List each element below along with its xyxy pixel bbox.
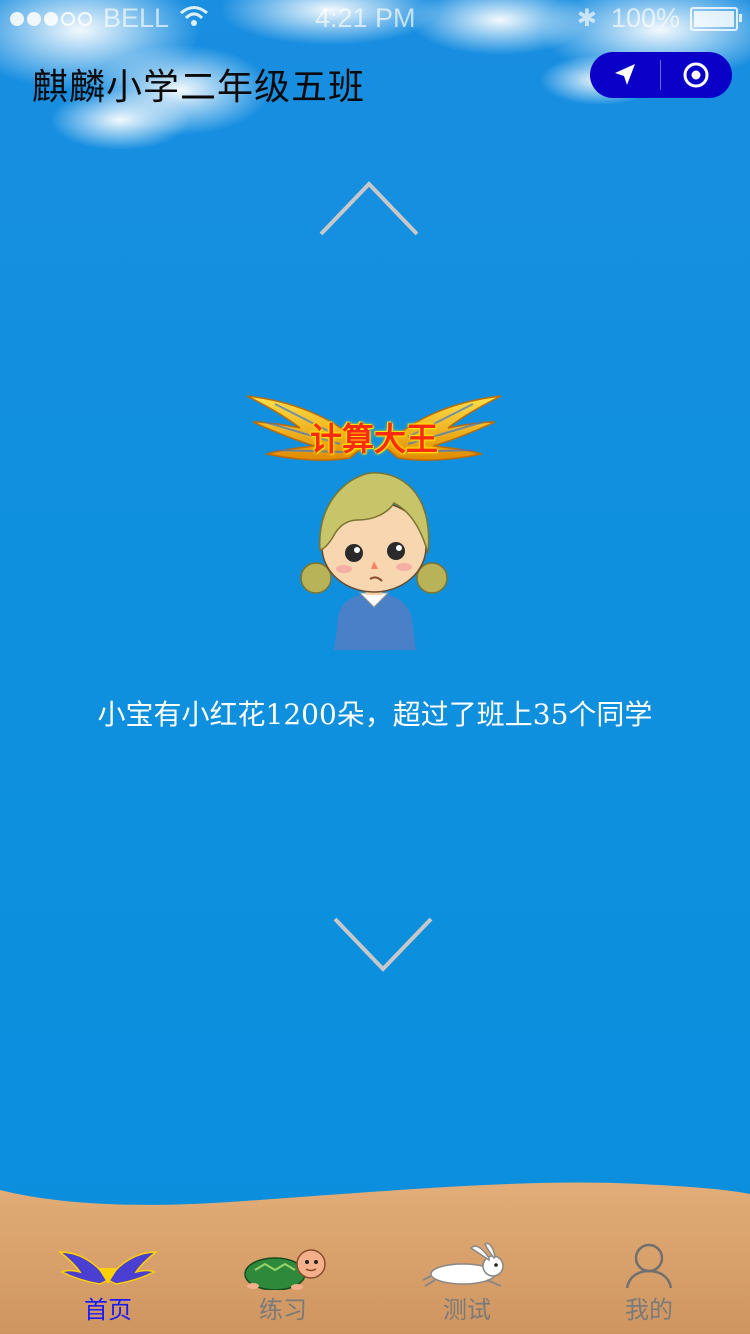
achievement-message: 小宝有小红花1200朵，超过了班上35个同学 — [97, 698, 653, 731]
tab-label: 测试 — [443, 1296, 491, 1324]
signal-dot-icon — [10, 11, 24, 26]
mini-program-capsule — [590, 52, 732, 98]
rabbit-icon — [422, 1242, 504, 1287]
signal-dot-icon — [78, 11, 92, 26]
turtle-icon — [244, 1249, 326, 1290]
chevron-down-icon[interactable] — [332, 915, 434, 975]
tab-label: 首页 — [84, 1296, 132, 1324]
location-arrow-icon — [615, 64, 635, 85]
battery-percent: 100% — [610, 3, 680, 33]
battery-icon — [690, 6, 742, 31]
app-screen: BELL 4:21 PM ✱ 100% 麒麟小学二年级五班 计算大王 小宝有小红… — [0, 0, 750, 1334]
page-title: 麒麟小学二年级五班 — [32, 67, 366, 108]
clock: 4:21 PM — [315, 3, 416, 33]
status-right: ✱ 100% — [576, 3, 742, 34]
person-icon — [625, 1243, 673, 1289]
girl-avatar — [300, 472, 448, 650]
tab-practice[interactable]: 练习 — [213, 1240, 353, 1334]
tab-bar: 首页 练习 测试 我的 — [0, 1240, 750, 1334]
target-icon — [683, 62, 709, 88]
signal-dot-icon — [61, 11, 75, 26]
tab-test[interactable]: 测试 — [397, 1240, 537, 1334]
wifi-icon — [179, 3, 209, 34]
badge-title: 计算大王 — [309, 420, 438, 458]
carrier-name: BELL — [103, 3, 170, 33]
chevron-up-icon[interactable] — [318, 178, 420, 238]
winged-emblem-icon — [57, 1251, 159, 1285]
tab-home[interactable]: 首页 — [38, 1240, 178, 1334]
location-button[interactable] — [590, 52, 660, 98]
signal-dot-icon — [44, 11, 58, 26]
bluetooth-icon: ✱ — [576, 5, 597, 32]
tab-label: 练习 — [259, 1296, 307, 1324]
status-bar: BELL 4:21 PM ✱ 100% — [0, 0, 750, 36]
signal-and-carrier: BELL — [10, 3, 209, 34]
close-button[interactable] — [661, 52, 731, 98]
signal-dot-icon — [27, 11, 41, 26]
tab-label: 我的 — [625, 1296, 673, 1324]
tab-me[interactable]: 我的 — [579, 1240, 719, 1334]
